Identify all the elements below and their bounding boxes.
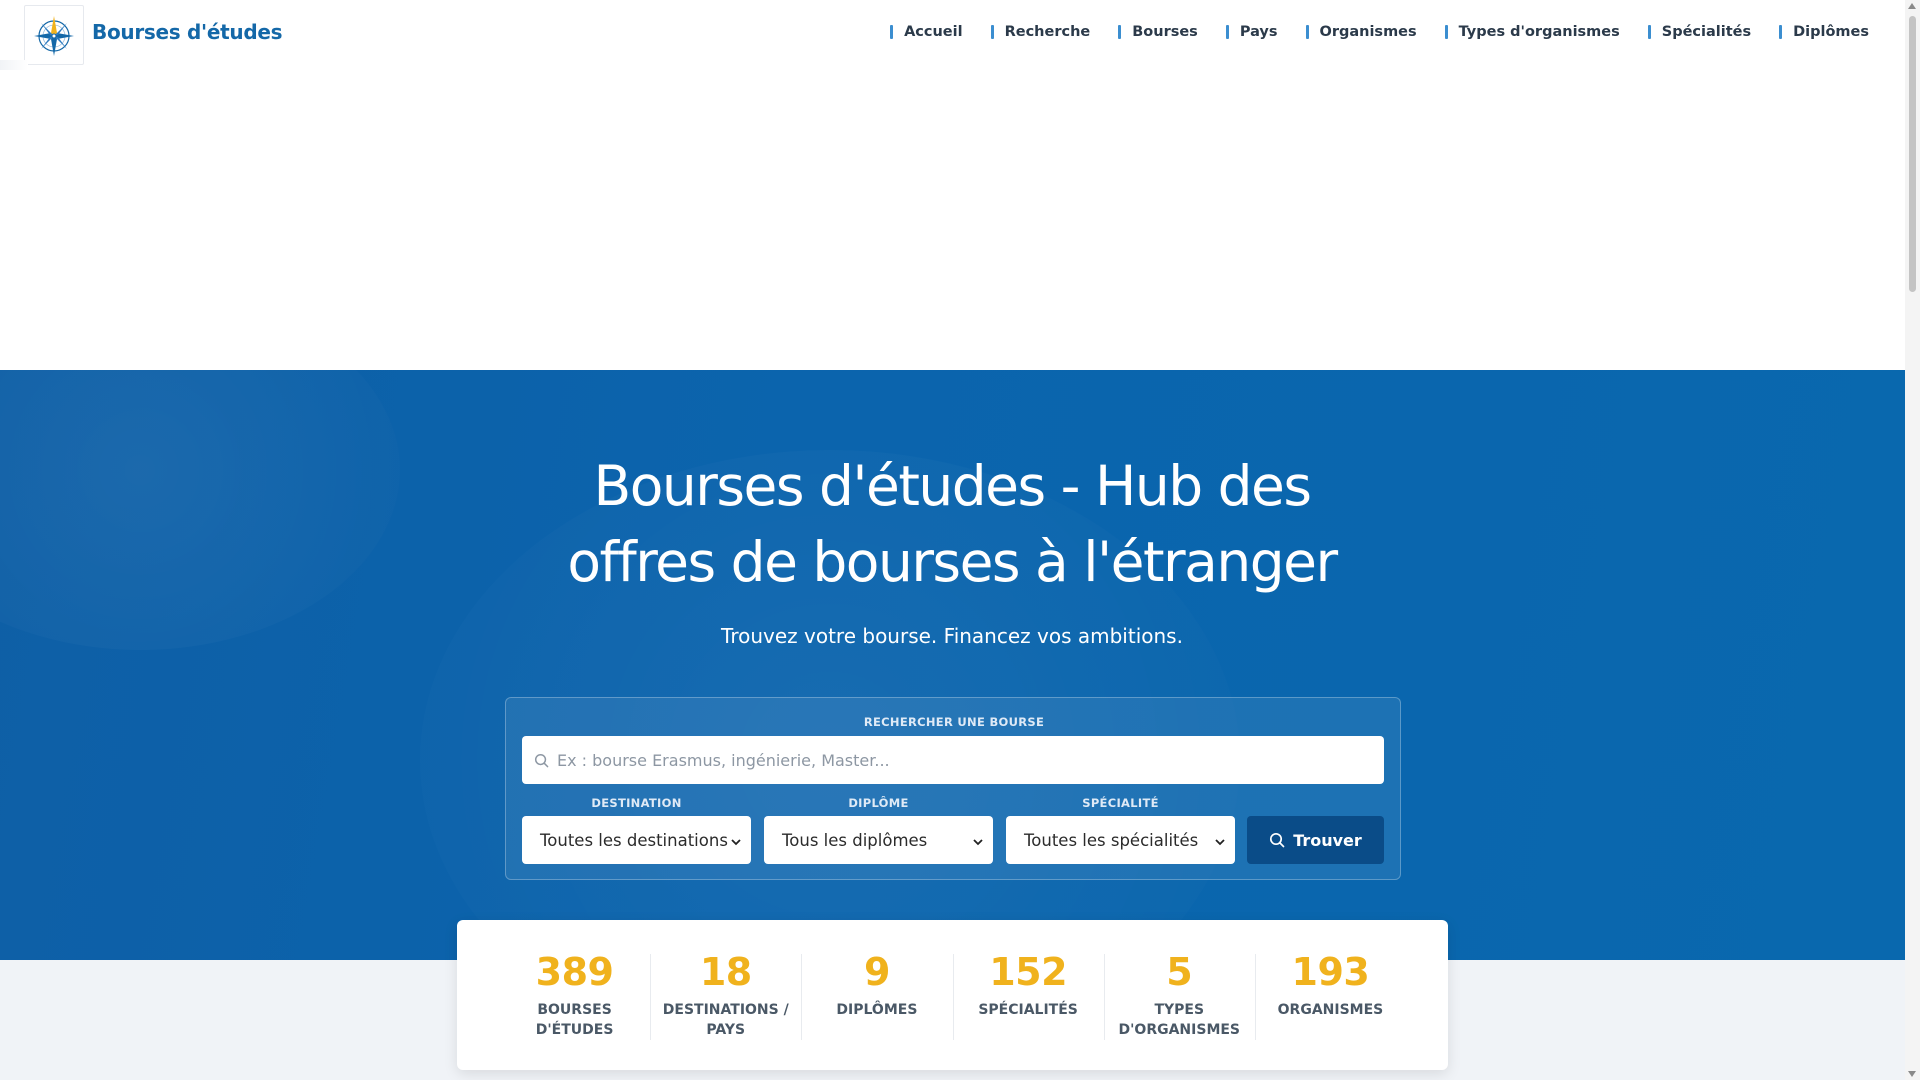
nav-item-label: Diplômes <box>1793 24 1869 40</box>
scrollbar-thumb[interactable] <box>1909 16 1916 292</box>
nav-item-label: Pays <box>1239 24 1278 40</box>
nav-item-bourses[interactable]: Bourses <box>1118 24 1198 40</box>
nav-item-diplomes[interactable]: Diplômes <box>1779 24 1869 40</box>
ad-space <box>0 70 1905 370</box>
nav-item-label: Organismes <box>1319 24 1417 40</box>
stat-diplomes: 9 DIPLÔMES <box>801 952 952 1042</box>
search-icon <box>534 753 549 768</box>
chevron-down-icon <box>731 833 741 852</box>
search-panel: RECHERCHER UNE BOURSE DESTINATION DIPLÔM… <box>505 697 1401 880</box>
stat-bourses: 389 BOURSES D'ÉTUDES <box>499 952 650 1042</box>
destination-label: DESTINATION <box>591 796 682 810</box>
stats-panel: 389 BOURSES D'ÉTUDES 18 DESTINATIONS / P… <box>457 920 1448 1070</box>
nav-item-organismes[interactable]: Organismes <box>1305 24 1417 40</box>
main-nav: Accueil Recherche Bourses Pays Organisme… <box>862 24 1869 40</box>
nav-marker <box>1305 25 1309 39</box>
search-icon <box>1269 832 1285 848</box>
nav-marker <box>1118 25 1122 39</box>
diploma-select[interactable]: Tous les diplômes <box>764 816 993 864</box>
brand-name[interactable]: Bourses d'études <box>92 20 283 44</box>
stat-label: DESTINATIONS / PAYS <box>662 1002 789 1038</box>
search-label: RECHERCHER UNE BOURSE <box>863 715 1045 729</box>
nav-item-accueil[interactable]: Accueil <box>890 24 963 40</box>
nav-marker <box>1444 25 1448 39</box>
nav-marker <box>1647 25 1651 39</box>
hero-section: Bourses d'études - Hub des offres de bou… <box>0 370 1905 960</box>
nav-marker <box>1779 25 1783 39</box>
stat-value: 193 <box>1291 950 1370 994</box>
vertical-scrollbar[interactable] <box>1905 0 1920 1080</box>
nav-item-specialites[interactable]: Spécialités <box>1647 24 1752 40</box>
find-button-label: Trouver <box>1293 830 1362 850</box>
stat-value: 5 <box>1166 950 1193 994</box>
nav-marker <box>1225 25 1229 39</box>
nav-item-label: Types d'organismes <box>1458 24 1620 40</box>
stat-organismes: 193 ORGANISMES <box>1254 950 1406 1042</box>
scroll-up-arrow-icon[interactable] <box>1908 3 1916 9</box>
speciality-label: SPÉCIALITÉ <box>1082 796 1159 810</box>
destination-select-value: Toutes les destinations <box>540 830 728 850</box>
nav-item-label: Recherche <box>1004 24 1091 40</box>
page-title: Bourses d'études - Hub des offres de bou… <box>452 448 1452 600</box>
stat-label: ORGANISMES <box>1277 1002 1384 1018</box>
scroll-down-arrow-icon[interactable] <box>1908 1071 1916 1077</box>
page-title-line-1: Bourses d'études - Hub des <box>593 454 1312 518</box>
chevron-down-icon <box>1215 833 1225 852</box>
stat-types-organismes: 5 TYPES D'ORGANISMES <box>1103 950 1255 1042</box>
nav-item-label: Accueil <box>904 24 963 40</box>
diploma-select-value: Tous les diplômes <box>782 830 928 850</box>
stat-value: 18 <box>699 950 752 994</box>
find-button[interactable]: Trouver <box>1247 816 1384 864</box>
chevron-down-icon <box>973 833 983 852</box>
nav-marker <box>990 25 994 39</box>
stat-label: DIPLÔMES <box>836 1002 918 1018</box>
nav-item-label: Spécialités <box>1661 24 1752 40</box>
page: Bourses d'études Accueil Recherche Bours… <box>0 0 1905 1080</box>
search-field[interactable] <box>522 736 1384 784</box>
nav-item-pays[interactable]: Pays <box>1225 24 1278 40</box>
diploma-label: DIPLÔME <box>848 796 909 810</box>
nav-item-recherche[interactable]: Recherche <box>990 24 1091 40</box>
stat-value: 9 <box>863 950 890 994</box>
site-logo[interactable] <box>24 5 84 65</box>
site-header: Bourses d'études Accueil Recherche Bours… <box>0 0 1905 70</box>
search-input[interactable] <box>557 750 1357 770</box>
stat-specialites: 152 SPÉCIALITÉS <box>952 950 1104 1042</box>
nav-marker <box>890 25 894 39</box>
compass-rose-icon <box>34 16 74 56</box>
nav-item-label: Bourses <box>1132 24 1198 40</box>
hero-subtitle: Trouvez votre bourse. Financez vos ambit… <box>721 624 1183 648</box>
stat-label: SPÉCIALITÉS <box>978 1002 1078 1018</box>
stat-label: BOURSES D'ÉTUDES <box>535 1002 614 1038</box>
stat-value: 389 <box>535 950 614 994</box>
speciality-select-value: Toutes les spécialités <box>1024 830 1199 850</box>
page-title-line-2: offres de bourses à l'étranger <box>567 530 1338 594</box>
nav-item-types-organismes[interactable]: Types d'organismes <box>1444 24 1620 40</box>
speciality-select[interactable]: Toutes les spécialités <box>1006 816 1235 864</box>
stat-destinations: 18 DESTINATIONS / PAYS <box>650 952 801 1042</box>
stat-value: 152 <box>989 950 1068 994</box>
stat-label: TYPES D'ORGANISMES <box>1118 1002 1241 1038</box>
hero-decoration <box>0 370 400 650</box>
destination-select[interactable]: Toutes les destinations <box>522 816 751 864</box>
